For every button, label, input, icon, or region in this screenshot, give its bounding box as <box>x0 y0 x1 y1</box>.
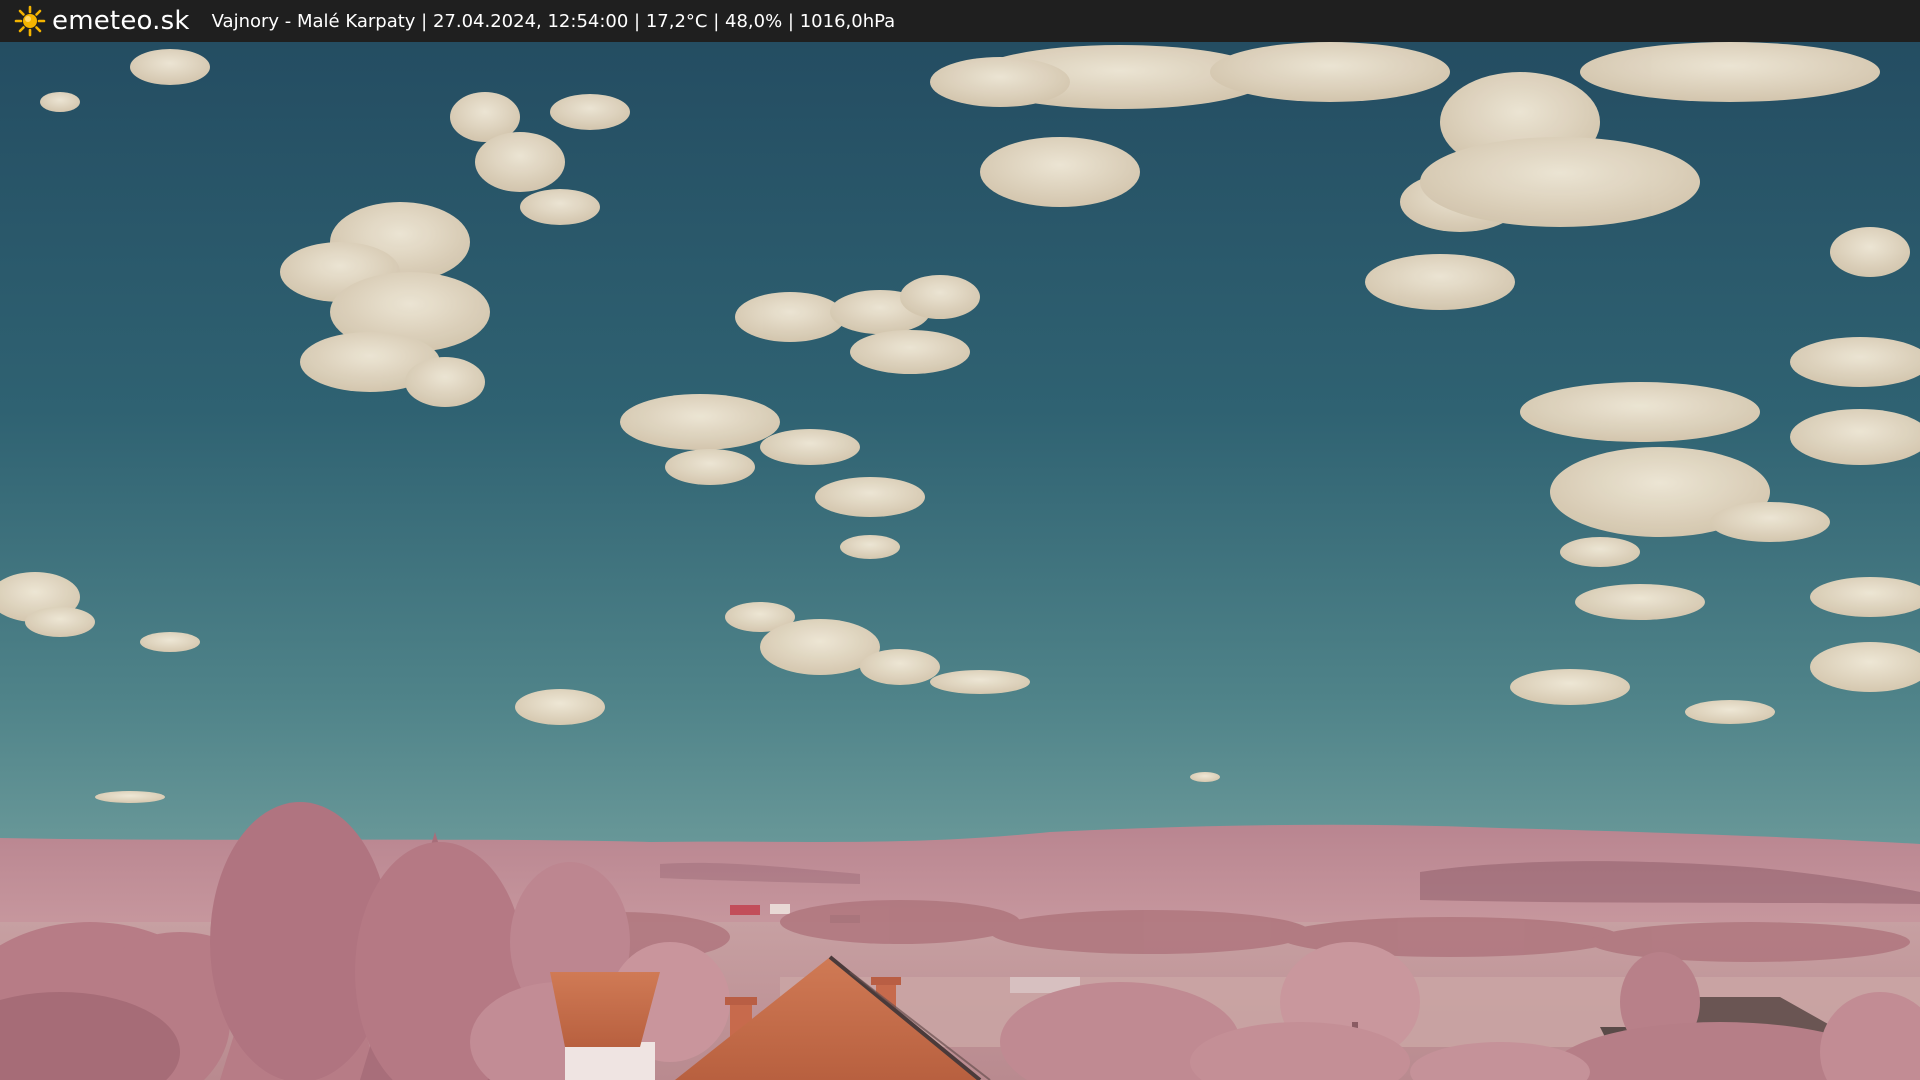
humidity-label: 48,0% <box>725 10 783 32</box>
temperature-label: 17,2°C <box>645 10 708 32</box>
datetime-label: 27.04.2024, 12:54:00 <box>432 10 629 32</box>
sun-icon <box>14 5 46 37</box>
house-left <box>550 972 660 1080</box>
pressure-label: 1016,0hPa <box>799 10 896 32</box>
location-label: Vajnory - Malé Karpaty <box>211 10 416 32</box>
webcam-image <box>0 42 1920 1080</box>
brand-logo[interactable]: emeteo.sk <box>14 5 190 37</box>
top-info-bar: emeteo.sk Vajnory - Malé Karpaty | 27.04… <box>0 0 1920 42</box>
brand-name: emeteo.sk <box>52 6 190 36</box>
webcam-info-text: Vajnory - Malé Karpaty | 27.04.2024, 12:… <box>211 10 896 32</box>
